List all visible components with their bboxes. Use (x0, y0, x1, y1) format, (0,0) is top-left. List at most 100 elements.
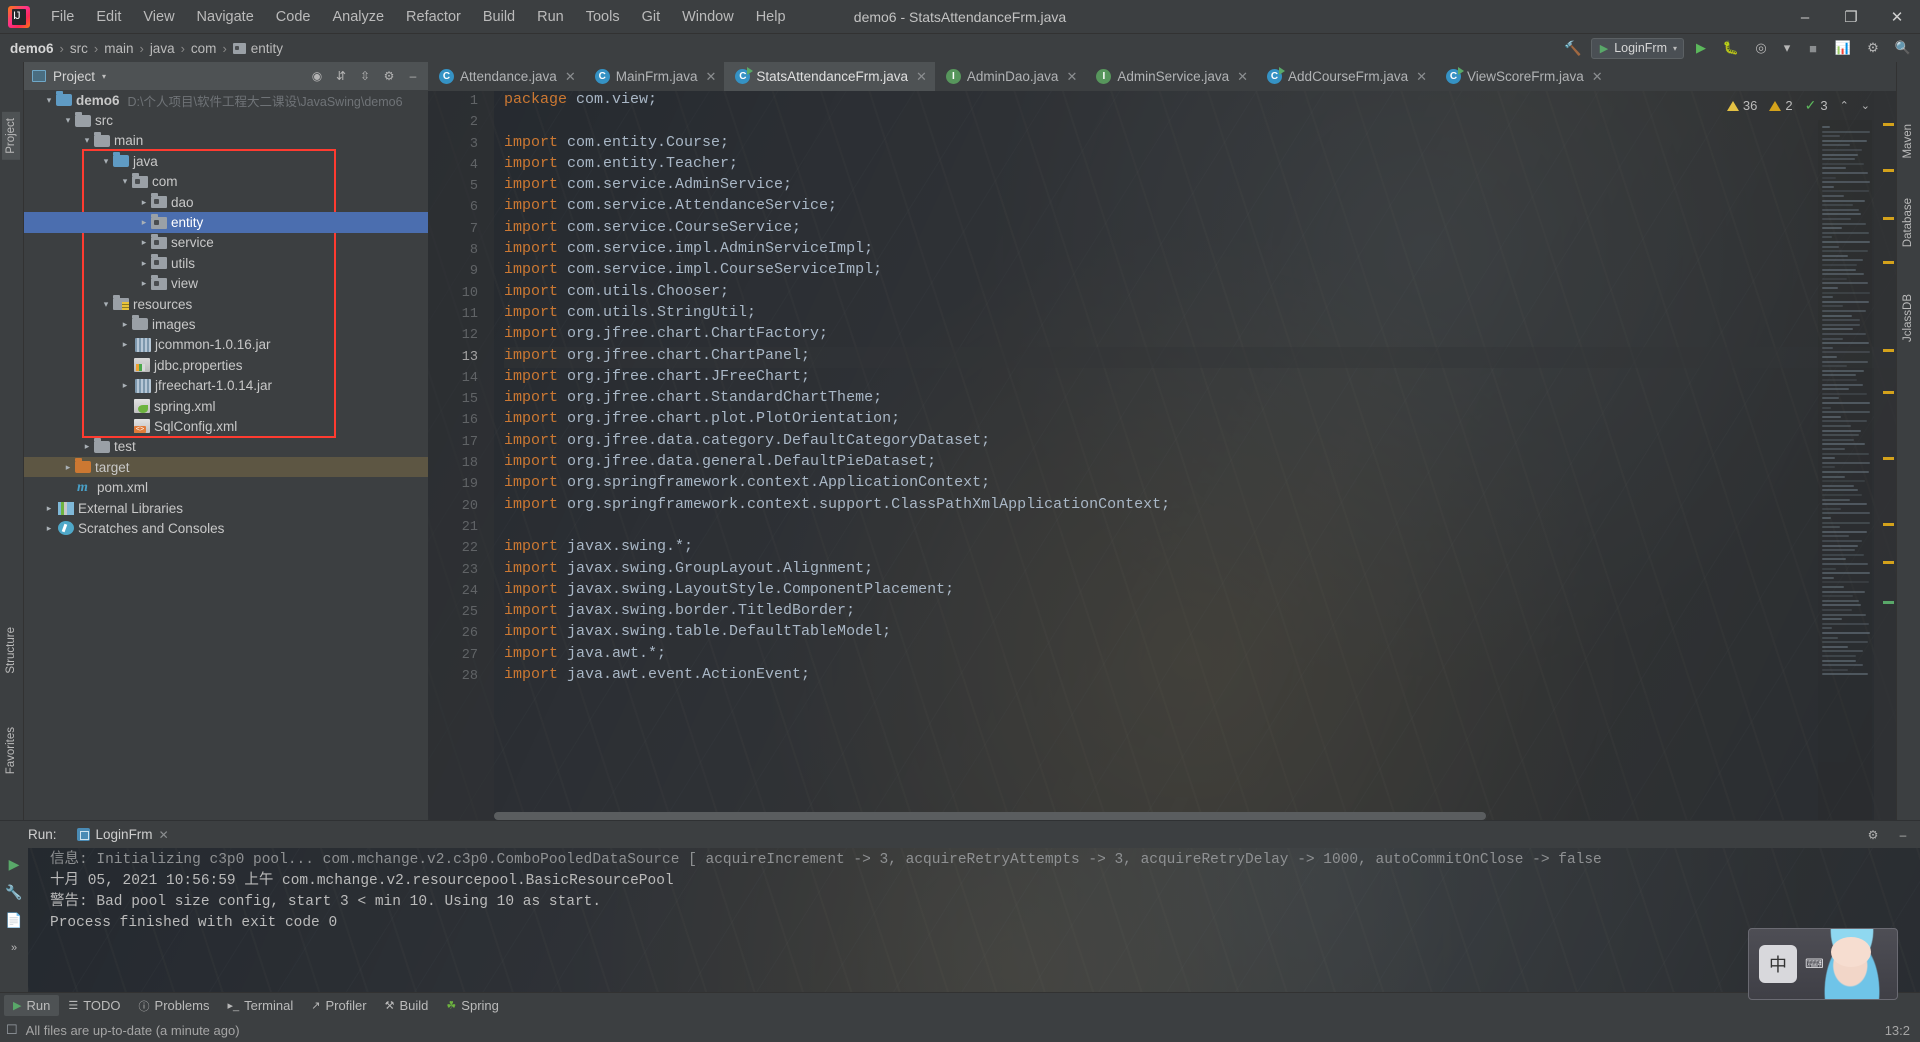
menu-item-file[interactable]: File (40, 4, 85, 30)
close-icon[interactable]: ✕ (159, 828, 169, 842)
sidebar-item-maven[interactable]: Maven (1899, 118, 1917, 165)
warning-count[interactable]: 36 (1726, 98, 1757, 113)
weak-warning-count[interactable]: 2 (1769, 98, 1793, 113)
maximize-button[interactable]: ❐ (1828, 0, 1874, 34)
chevron-down-icon[interactable]: ▾ (102, 72, 106, 81)
close-icon[interactable]: ✕ (1066, 69, 1077, 85)
tree-node-sqlconfig-xml[interactable]: SqlConfig.xml (24, 416, 428, 436)
chevron-right-icon[interactable] (61, 462, 75, 473)
close-icon[interactable]: ✕ (565, 69, 576, 85)
close-icon[interactable]: ✕ (916, 69, 927, 85)
tree-node-test[interactable]: test (24, 437, 428, 457)
inspection-gutter[interactable] (1874, 91, 1896, 820)
editor-tabs[interactable]: C Attendance.java ✕ C MainFrm.java ✕ C StatsAtt… (428, 62, 1896, 91)
editor-tab-attendance[interactable]: C Attendance.java ✕ (428, 62, 584, 91)
chevron-right-icon[interactable] (137, 197, 151, 208)
breadcrumb-item-entity[interactable]: entity (232, 41, 283, 56)
close-icon[interactable]: ✕ (1237, 69, 1248, 85)
sidebar-item-structure[interactable]: Structure (2, 621, 20, 680)
print-icon[interactable]: 📄 (2, 908, 26, 932)
tree-node-demo6[interactable]: demo6 D:\个人项目\软件工程大二课设\JavaSwing\demo6 (24, 90, 428, 110)
tree-node-external-libraries[interactable]: External Libraries (24, 498, 428, 518)
run-button[interactable]: ▶ (1688, 36, 1714, 60)
chevron-right-icon[interactable] (137, 258, 151, 269)
breadcrumb-item-src[interactable]: src (70, 41, 88, 56)
chevron-down-icon[interactable] (80, 135, 94, 146)
chevron-down-icon[interactable] (118, 176, 132, 187)
tool-window-button-profiler[interactable]: ↗ Profiler (302, 995, 375, 1016)
menu-item-build[interactable]: Build (472, 4, 526, 30)
prev-highlight-icon[interactable]: ⌃ (1840, 99, 1849, 112)
tree-node-jfreechart-1-0-14-jar[interactable]: jfreechart-1.0.14.jar (24, 375, 428, 395)
minimize-button[interactable]: – (1782, 0, 1828, 34)
menu-item-code[interactable]: Code (265, 4, 322, 30)
rerun-icon[interactable]: ▶ (2, 852, 26, 876)
sidebar-item-project[interactable]: Project (2, 112, 20, 160)
chevron-right-icon[interactable] (42, 523, 56, 534)
tree-node-java[interactable]: java (24, 151, 428, 171)
ime-mode-label[interactable]: 中 (1759, 945, 1797, 983)
tree-node-com[interactable]: com (24, 172, 428, 192)
tree-node-scratches-and-consoles[interactable]: Scratches and Consoles (24, 518, 428, 538)
settings-wrench-icon[interactable]: 🔧 (2, 880, 26, 904)
tool-window-button-problems[interactable]: ⓘ Problems (130, 995, 219, 1017)
close-button[interactable]: ✕ (1874, 0, 1920, 34)
tree-node-view[interactable]: view (24, 274, 428, 294)
breadcrumb-item-demo6[interactable]: demo6 (10, 41, 54, 56)
locate-icon[interactable]: ◉ (306, 65, 328, 87)
stop-button[interactable]: ■ (1800, 36, 1826, 60)
close-icon[interactable]: ✕ (706, 69, 717, 85)
menu-item-navigate[interactable]: Navigate (186, 4, 265, 30)
search-icon[interactable]: 🔍 (1890, 36, 1916, 60)
menu-item-refactor[interactable]: Refactor (395, 4, 472, 30)
hide-icon[interactable]: – (402, 65, 424, 87)
updates-icon[interactable]: 📊 (1830, 36, 1856, 60)
menu-item-view[interactable]: View (132, 4, 185, 30)
chevron-right-icon[interactable] (42, 503, 56, 514)
editor-tab-addcoursefrm[interactable]: C AddCourseFrm.java ✕ (1256, 62, 1435, 91)
gear-icon[interactable]: ⚙ (1862, 824, 1884, 846)
tree-node-main[interactable]: main (24, 131, 428, 151)
tree-node-spring-xml[interactable]: spring.xml (24, 396, 428, 416)
tool-window-button-todo[interactable]: ☰ TODO (59, 995, 129, 1016)
run-configuration-selector[interactable]: ▶ LoginFrm ▾ (1590, 37, 1684, 59)
horizontal-scrollbar[interactable] (494, 812, 1872, 820)
tree-node-src[interactable]: src (24, 110, 428, 130)
sidebar-item-jclassdb[interactable]: JclassDB (1899, 288, 1917, 348)
chevron-down-icon[interactable] (99, 299, 113, 310)
project-tree[interactable]: demo6 D:\个人项目\软件工程大二课设\JavaSwing\demo6 src… (24, 90, 428, 820)
console-output[interactable]: 信息: Initializing c3p0 pool... com.mchang… (28, 848, 1920, 992)
run-tab-loginfrm[interactable]: LoginFrm ✕ (71, 824, 175, 845)
tool-window-bar[interactable]: ▶ Run ☰ TODO ⓘ Problems ▸_ Terminal ↗ Profiler ⚒ Bu… (0, 992, 1920, 1018)
settings-gear-icon[interactable]: ⚙ (1860, 36, 1886, 60)
ime-floating-widget[interactable]: 中 ⌨ ✿ (1748, 928, 1898, 1000)
code-editor[interactable]: 1 2 3 4 5 6 7 8 9 10 11 12 13 14 15 16 17 18 19 20 21 22 23 24 2… (428, 91, 1896, 820)
expand-all-icon[interactable]: ⇵ (330, 65, 352, 87)
close-icon[interactable]: ✕ (1416, 69, 1427, 85)
build-hammer-icon[interactable]: 🔨 (1559, 40, 1586, 57)
tree-node-jdbc-properties[interactable]: jdbc.properties (24, 355, 428, 375)
breadcrumb-item-main[interactable]: main (104, 41, 133, 56)
tool-window-button-build[interactable]: ⚒ Build (376, 995, 438, 1016)
tool-window-button-terminal[interactable]: ▸_ Terminal (218, 995, 302, 1016)
ok-count[interactable]: ✓ 3 (1805, 97, 1828, 114)
menu-bar[interactable]: File Edit View Navigate Code Analyze Refactor B… (40, 4, 797, 30)
tree-node-pom-xml[interactable]: m pom.xml (24, 477, 428, 497)
sidebar-item-favorites[interactable]: Favorites (2, 721, 20, 780)
menu-item-tools[interactable]: Tools (575, 4, 631, 30)
chevron-down-icon[interactable] (61, 115, 75, 126)
tool-window-button-run[interactable]: ▶ Run (4, 995, 60, 1016)
sidebar-item-database[interactable]: Database (1899, 192, 1917, 253)
chevron-right-icon[interactable] (118, 319, 132, 330)
breadcrumb-item-java[interactable]: java (150, 41, 175, 56)
chevron-down-icon[interactable] (42, 95, 56, 106)
tree-node-target[interactable]: target (24, 457, 428, 478)
event-log-icon[interactable]: ☐ (6, 1022, 18, 1038)
collapse-all-icon[interactable]: ⇳ (354, 65, 376, 87)
editor-tab-admindao[interactable]: I AdminDao.java ✕ (935, 62, 1085, 91)
menu-item-git[interactable]: Git (631, 4, 672, 30)
tree-node-images[interactable]: images (24, 314, 428, 334)
tree-node-entity[interactable]: entity (24, 212, 428, 233)
tree-node-service[interactable]: service (24, 233, 428, 253)
menu-item-run[interactable]: Run (526, 4, 575, 30)
